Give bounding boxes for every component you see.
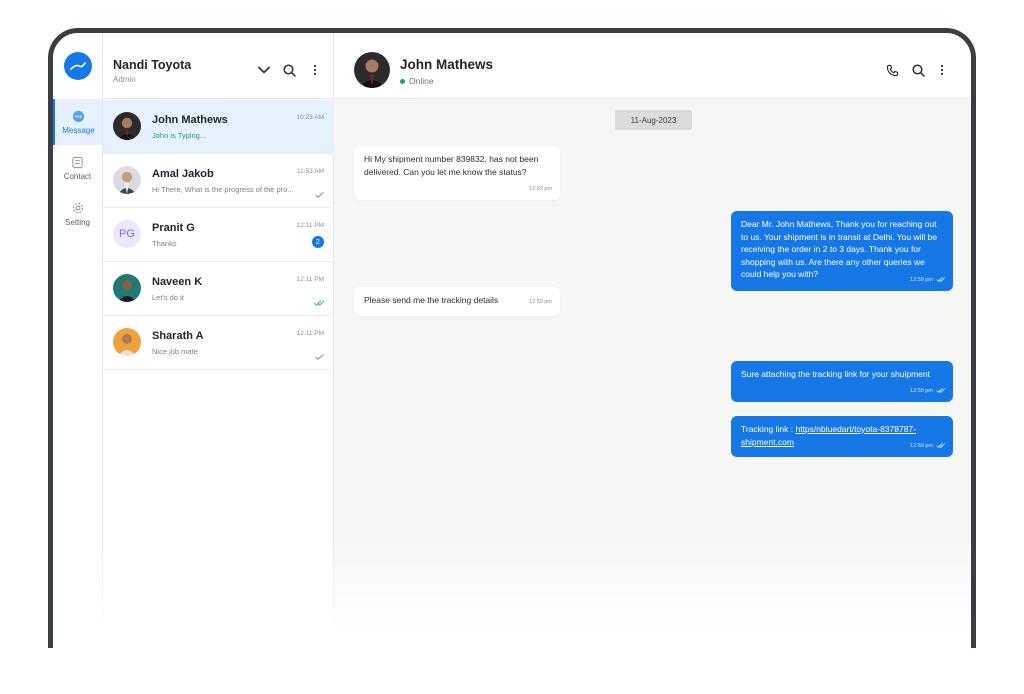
conversation-preview: Nice job mate	[152, 347, 198, 356]
message-text: Tracking link :	[741, 424, 796, 434]
contact-avatar	[354, 52, 390, 88]
message-time: 12:59 pm	[910, 442, 933, 449]
avatar	[113, 274, 141, 302]
contact-status-text: Online	[409, 76, 434, 86]
date-chip: 11-Aug-2023	[615, 110, 692, 130]
conversation-time: 12:11 PM	[296, 330, 324, 337]
tablet-frame: Message Contact Setting Nandi Toyota Adm…	[48, 28, 976, 648]
message-text: Hi My shipment number 839832, has not be…	[364, 154, 539, 177]
message-text: Please send me the tracking details	[364, 295, 499, 305]
conversation-preview: Thanks	[152, 239, 177, 248]
more-vertical-icon[interactable]	[307, 62, 323, 78]
double-check-icon	[936, 277, 945, 283]
double-check-icon	[315, 185, 324, 203]
message-time: 12:59 pm	[910, 276, 933, 283]
conversation-item[interactable]: Amal Jakob Hi There, What is the progres…	[103, 154, 334, 208]
conversation-item[interactable]: John Mathews John is Typing... 10:23 AM	[103, 100, 334, 154]
contact-status: Online	[400, 76, 434, 86]
conversation-item[interactable]: Sharath A Nice job mate 12:11 PM	[103, 316, 334, 370]
avatar-initials: PG	[113, 220, 141, 248]
gear-icon	[71, 201, 85, 215]
double-check-icon	[314, 293, 325, 311]
chat-header: John Mathews Online	[334, 33, 971, 99]
conversation-preview: Let's do it	[152, 293, 184, 302]
conversation-time: 11:53 AM	[297, 168, 324, 175]
check-icon	[315, 347, 324, 365]
more-vertical-icon[interactable]	[934, 62, 950, 78]
conversation-time: 10:23 AM	[296, 114, 324, 121]
chevron-down-icon[interactable]	[256, 62, 272, 78]
conversation-list-pane: Nandi Toyota Admin John Mathews John is …	[103, 33, 334, 648]
conversation-item[interactable]: Naveen K Let's do it 12:11 PM	[103, 262, 334, 316]
message-bubble-outgoing: Dear Mr. John Mathews, Thank you for rea…	[731, 211, 953, 291]
message-time: 12:59 pm	[529, 298, 552, 305]
conversation-time: 12:11 PM	[296, 276, 324, 283]
conversation-name: Sharath A	[152, 330, 204, 342]
conversation-name: Pranit G	[152, 222, 195, 234]
conversation-name: Amal Jakob	[152, 168, 214, 180]
chat-bubble-icon	[72, 109, 86, 123]
search-icon[interactable]	[910, 62, 926, 78]
search-icon[interactable]	[281, 62, 297, 78]
app-logo	[64, 52, 92, 80]
unread-badge: 2	[312, 236, 324, 248]
conversation-item[interactable]: PG Pranit G Thanks 12:11 PM 2	[103, 208, 334, 262]
conversation-preview: Hi There, What is the progress of the pr…	[152, 185, 294, 194]
message-bubble-outgoing: Tracking link : https/nbluedart/toyota-8…	[731, 416, 953, 457]
rail-item-setting[interactable]: Setting	[53, 191, 102, 237]
conversation-name: John Mathews	[152, 114, 228, 126]
message-bubble-incoming: Please send me the tracking details 12:5…	[354, 287, 560, 316]
conversation-name: Naveen K	[152, 276, 203, 288]
avatar	[113, 112, 141, 140]
double-check-icon	[936, 388, 945, 394]
org-name: Nandi Toyota	[113, 58, 192, 72]
conversation-preview: John is Typing...	[152, 131, 207, 140]
contact-name: John Mathews	[400, 57, 494, 72]
rail-label-contact: Contact	[63, 172, 92, 181]
contact-card-icon	[71, 155, 85, 169]
double-check-icon	[936, 443, 945, 449]
message-text: Sure attaching the tracking link for you…	[741, 369, 930, 379]
rail-label-setting: Setting	[65, 218, 90, 227]
conversation-time: 12:11 PM	[296, 222, 324, 229]
list-header: Nandi Toyota Admin	[103, 33, 334, 99]
message-time: 12:59 pm	[529, 185, 552, 192]
chat-panel: John Mathews Online 11-Aug-2023 Hi My sh…	[334, 33, 971, 648]
message-text: Dear Mr. John Mathews, Thank you for rea…	[741, 219, 938, 279]
avatar	[113, 166, 141, 194]
online-dot-icon	[400, 78, 405, 84]
org-role: Admin	[113, 75, 136, 84]
message-bubble-incoming: Hi My shipment number 839832, has not be…	[354, 146, 560, 200]
message-bubble-outgoing: Sure attaching the tracking link for you…	[731, 361, 953, 402]
nav-rail: Message Contact Setting	[53, 33, 103, 648]
avatar	[113, 328, 141, 356]
phone-icon[interactable]	[884, 62, 900, 78]
message-time: 12:59 pm	[910, 387, 933, 394]
rail-label-message: Message	[62, 126, 95, 135]
rail-item-contact[interactable]: Contact	[53, 145, 102, 191]
rail-item-message[interactable]: Message	[53, 99, 102, 145]
